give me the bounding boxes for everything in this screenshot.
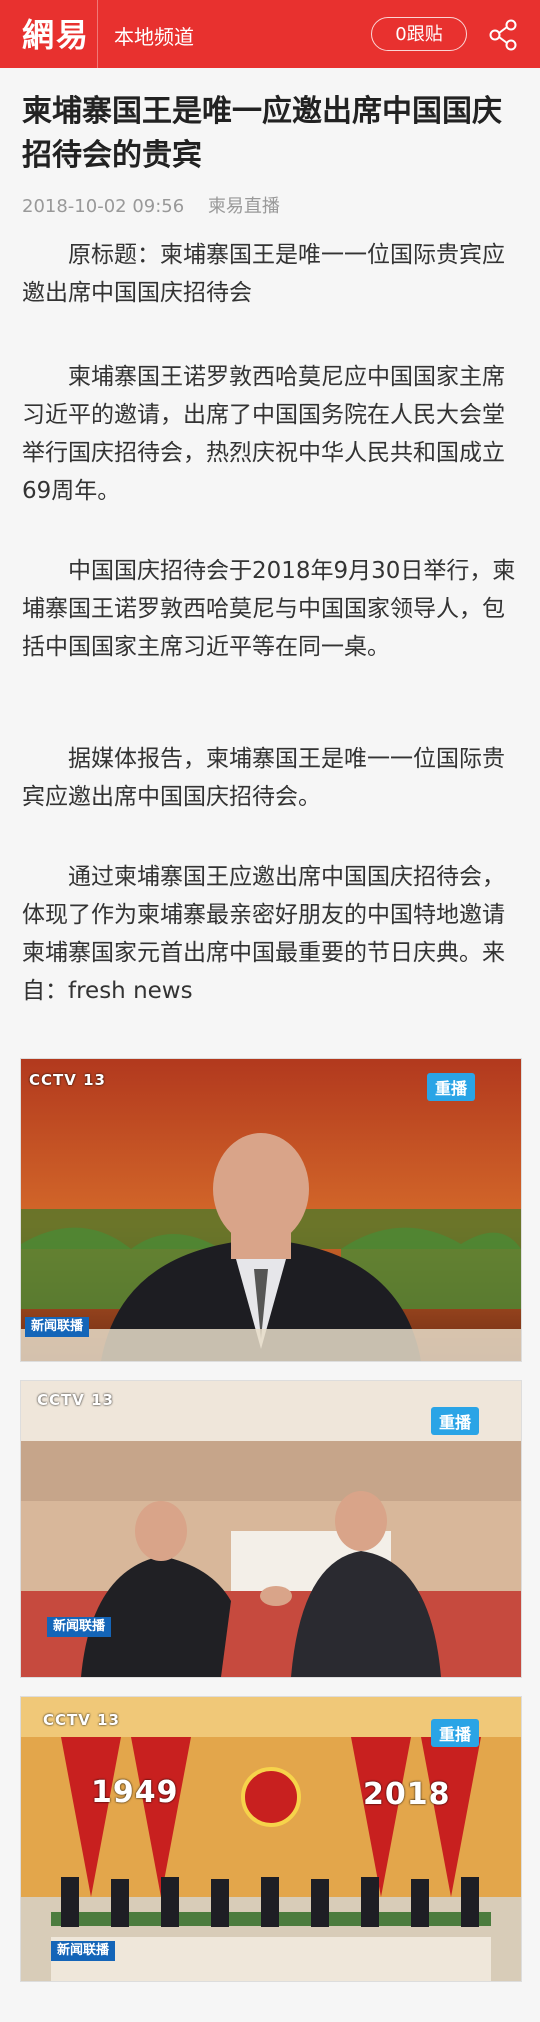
replay-badge: 重播 xyxy=(431,1407,480,1435)
replay-badge: 重播 xyxy=(427,1073,476,1101)
news-photo-king-portrait[interactable]: CCTV 13 重播 新闻联播 xyxy=(20,1058,522,1362)
header-divider xyxy=(97,0,98,68)
paragraph-4: 通过柬埔寨国王应邀出席中国国庆招待会，体现了作为柬埔寨最亲密好朋友的中国特地邀请… xyxy=(22,864,505,1004)
article-source[interactable]: 柬易直播 xyxy=(208,196,280,217)
xinwen-lianbo-logo: 新闻联播 xyxy=(47,1617,112,1637)
publish-date: 2018-10-02 09:56 xyxy=(22,196,185,217)
paragraph-2: 中国国庆招待会于2018年9月30日举行，柬埔寨国王诺罗敦西哈莫尼与中国国家领导… xyxy=(22,558,516,660)
year-2018-label: 2018 xyxy=(363,1777,451,1812)
article-meta: 2018-10-02 09:56 柬易直播 xyxy=(22,192,298,218)
news-photo-national-day-hall[interactable]: CCTV 13 重播 1949 2018 新闻联播 xyxy=(20,1696,522,1982)
replay-badge: 重播 xyxy=(431,1719,480,1747)
local-channel-link[interactable]: 本地频道 xyxy=(114,21,194,50)
netease-logo[interactable]: 網易 xyxy=(22,10,90,56)
paragraph-3: 据媒体报告，柬埔寨国王是唯一一位国际贵宾应邀出席中国国庆招待会。 xyxy=(22,746,505,810)
cctv13-logo: CCTV 13 xyxy=(29,1071,106,1089)
comments-button[interactable]: 0跟贴 xyxy=(371,17,467,51)
news-photo-handshake[interactable]: CCTV 13 重播 新闻联播 xyxy=(20,1380,522,1678)
cctv13-logo: CCTV 13 xyxy=(43,1711,120,1729)
paragraph-original-title: 原标题：柬埔寨国王是唯一一位国际贵宾应邀出席中国国庆招待会 xyxy=(22,242,505,306)
xinwen-lianbo-logo: 新闻联播 xyxy=(51,1941,116,1961)
article-title: 柬埔寨国王是唯一应邀出席中国国庆招待会的贵宾 xyxy=(22,94,502,173)
cctv13-logo: CCTV 13 xyxy=(37,1391,114,1409)
top-bar: 網易 本地频道 0跟贴 xyxy=(0,0,540,68)
xinwen-lianbo-logo: 新闻联播 xyxy=(25,1317,90,1337)
paragraph-1: 柬埔寨国王诺罗敦西哈莫尼应中国国家主席习近平的邀请，出席了中国国务院在人民大会堂… xyxy=(22,364,505,504)
year-1949-label: 1949 xyxy=(91,1775,179,1810)
photo-king-portrait-image xyxy=(21,1059,521,1361)
share-icon[interactable] xyxy=(486,18,520,52)
